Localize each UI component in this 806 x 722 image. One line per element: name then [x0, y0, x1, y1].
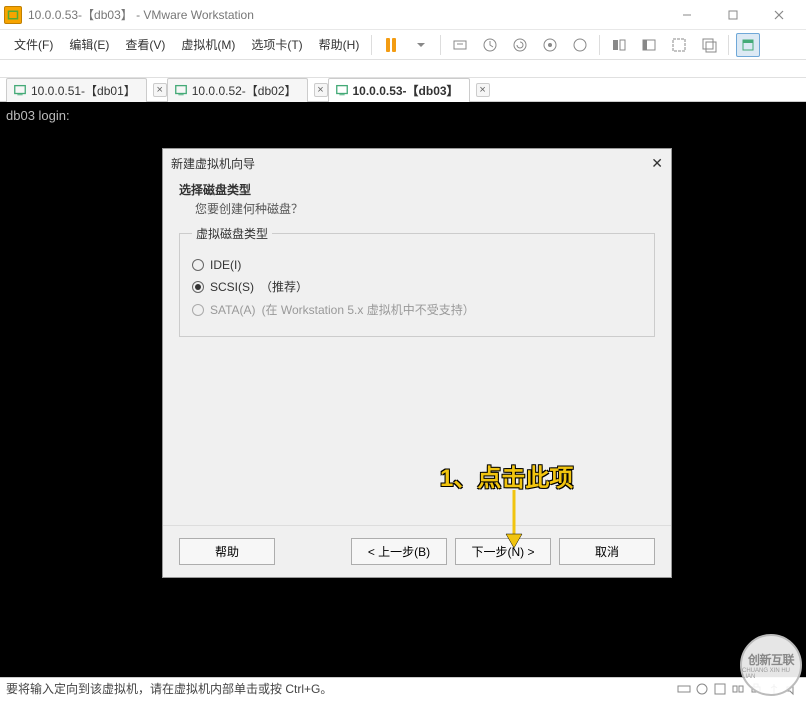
disk-type-group: 虚拟磁盘类型 IDE(I) SCSI(S) （推荐） SATA(A) (在 Wo…	[179, 225, 655, 337]
dialog-close-icon[interactable]: ✕	[651, 155, 663, 172]
toolstrip	[0, 60, 806, 78]
watermark-small: CHUANG XIN HU LIAN	[742, 668, 800, 680]
dropdown-icon[interactable]	[409, 33, 433, 57]
pause-icon[interactable]	[379, 33, 403, 57]
vm-icon	[335, 83, 349, 97]
quicklook-icon[interactable]	[736, 33, 760, 57]
window-title: 10.0.0.53-【db03】 - VMware Workstation	[28, 6, 664, 23]
radio-scsi-note: （推荐）	[260, 278, 308, 295]
tabbar: 10.0.0.51-【db01】 × 10.0.0.52-【db02】 × 10…	[0, 78, 806, 102]
radio-ide[interactable]: IDE(I)	[192, 258, 642, 272]
menu-tabs[interactable]: 选项卡(T)	[243, 30, 310, 59]
snapshot-icon[interactable]	[568, 33, 592, 57]
menubar: 文件(F) 编辑(E) 查看(V) 虚拟机(M) 选项卡(T) 帮助(H)	[0, 30, 806, 60]
dialog-title: 新建虚拟机向导	[171, 155, 255, 172]
vm-icon	[174, 83, 188, 97]
tab-label: 10.0.0.53-【db03】	[353, 82, 459, 99]
close-button[interactable]	[756, 0, 802, 30]
window-titlebar: 10.0.0.53-【db03】 - VMware Workstation	[0, 0, 806, 30]
maximize-button[interactable]	[710, 0, 756, 30]
menu-help[interactable]: 帮助(H)	[311, 30, 368, 59]
back-button[interactable]: < 上一步(B)	[351, 538, 447, 565]
dialog-subheading: 您要创建何种磁盘？	[179, 200, 655, 225]
tab-close[interactable]: ×	[314, 83, 328, 97]
tab-db03[interactable]: 10.0.0.53-【db03】	[328, 78, 470, 102]
view-thumbnail-icon[interactable]	[637, 33, 661, 57]
radio-sata-label: SATA(A)	[210, 303, 256, 317]
dialog-heading: 选择磁盘类型	[179, 177, 655, 200]
separator	[440, 35, 441, 55]
view-console-icon[interactable]	[607, 33, 631, 57]
radio-ide-label: IDE(I)	[210, 258, 241, 272]
snapshot-manage-icon[interactable]	[538, 33, 562, 57]
radio-sata-note: (在 Workstation 5.x 虚拟机中不受支持）	[262, 301, 475, 318]
menu-edit[interactable]: 编辑(E)	[61, 30, 117, 59]
radio-scsi[interactable]: SCSI(S) （推荐）	[192, 278, 642, 295]
separator	[371, 35, 372, 55]
radio-sata: SATA(A) (在 Workstation 5.x 虚拟机中不受支持）	[192, 301, 642, 318]
minimize-button[interactable]	[664, 0, 710, 30]
fullscreen-icon[interactable]	[667, 33, 691, 57]
help-button[interactable]: 帮助	[179, 538, 275, 565]
tab-close[interactable]: ×	[476, 83, 490, 97]
tab-label: 10.0.0.51-【db01】	[31, 82, 136, 99]
cancel-button[interactable]: 取消	[559, 538, 655, 565]
dialog-spacer	[179, 337, 655, 517]
dialog-button-row: 帮助 < 上一步(B) 下一步(N) > 取消	[163, 525, 671, 577]
status-floppy-icon[interactable]	[712, 681, 728, 697]
status-cd-icon[interactable]	[694, 681, 710, 697]
snapshot-take-icon[interactable]	[478, 33, 502, 57]
annotation-text: 1、点击此项	[440, 458, 573, 493]
separator	[728, 35, 729, 55]
tab-db01[interactable]: 10.0.0.51-【db01】	[6, 78, 147, 102]
annotation-arrow	[502, 490, 526, 555]
radio-scsi-label: SCSI(S)	[210, 280, 254, 294]
send-ctrl-alt-del-icon[interactable]	[448, 33, 472, 57]
separator	[599, 35, 600, 55]
unity-icon[interactable]	[697, 33, 721, 57]
menu-file[interactable]: 文件(F)	[6, 30, 61, 59]
radio-scsi-icon	[192, 281, 204, 293]
watermark-big: 创新互联	[748, 651, 794, 668]
radio-ide-icon	[192, 259, 204, 271]
status-net-icon[interactable]	[730, 681, 746, 697]
app-icon	[4, 6, 22, 24]
snapshot-revert-icon[interactable]	[508, 33, 532, 57]
status-text: 要将输入定向到该虚拟机，请在虚拟机内部单击或按 Ctrl+G。	[6, 680, 332, 697]
vm-icon	[13, 83, 27, 97]
watermark: 创新互联 CHUANG XIN HU LIAN	[740, 634, 802, 696]
disk-type-legend: 虚拟磁盘类型	[192, 225, 272, 242]
tab-label: 10.0.0.52-【db02】	[192, 82, 297, 99]
tab-db02[interactable]: 10.0.0.52-【db02】	[167, 78, 308, 102]
menu-vm[interactable]: 虚拟机(M)	[173, 30, 243, 59]
status-hdd-icon[interactable]	[676, 681, 692, 697]
statusbar: 要将输入定向到该虚拟机，请在虚拟机内部单击或按 Ctrl+G。	[0, 677, 806, 699]
radio-sata-icon	[192, 304, 204, 316]
new-vm-wizard-dialog: 新建虚拟机向导 ✕ 选择磁盘类型 您要创建何种磁盘？ 虚拟磁盘类型 IDE(I)…	[162, 148, 672, 578]
menu-view[interactable]: 查看(V)	[117, 30, 173, 59]
console-prompt: db03 login:	[6, 108, 800, 123]
tab-close[interactable]: ×	[153, 83, 167, 97]
